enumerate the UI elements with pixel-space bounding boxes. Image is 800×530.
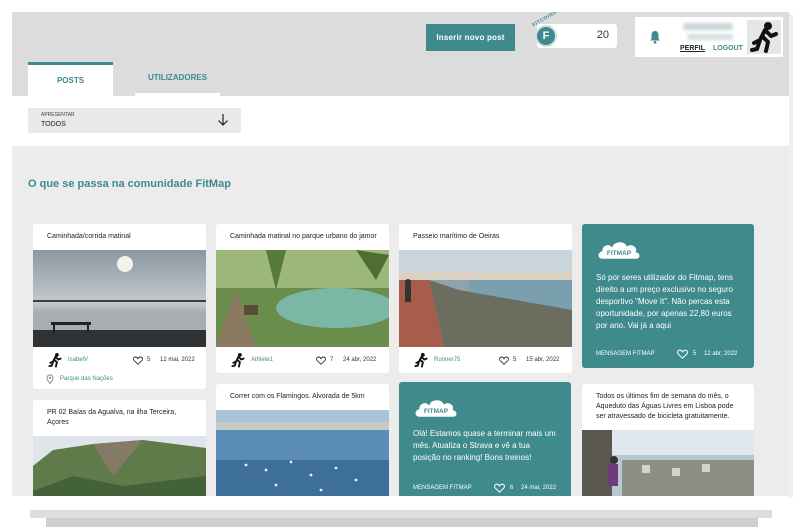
fitmap-logo-text: FITMAP xyxy=(607,250,632,257)
post-photo xyxy=(216,410,389,496)
heart-icon[interactable] xyxy=(499,356,509,365)
footer-strip xyxy=(30,510,772,518)
message-text: Só por seres utilizador do Fitmap, tens … xyxy=(596,273,733,330)
post-user[interactable]: Runner75 xyxy=(434,357,460,363)
message-text: Olá! Estamos quase a terminar mais um mê… xyxy=(413,429,556,462)
message-label: MENSAGEM FITMAP xyxy=(596,351,655,357)
footer-strip xyxy=(46,518,758,527)
post-title: Caminhada/corrida matinal xyxy=(47,233,131,240)
new-post-button[interactable]: Inserir novo post xyxy=(426,24,515,51)
post-user[interactable]: Athlete1 xyxy=(251,357,273,363)
arrow-down-icon xyxy=(218,114,228,126)
post-photo xyxy=(216,250,389,347)
post-card[interactable]: Passeio marítimo de Oeiras Runner75 5 15… xyxy=(399,224,572,373)
heart-icon[interactable] xyxy=(133,356,143,365)
window-shadow xyxy=(789,14,793,498)
post-photo xyxy=(33,436,206,496)
fitcoin-icon: F xyxy=(535,25,557,47)
post-photo xyxy=(582,430,754,496)
fitmap-message-card[interactable]: FITMAP Só por seres utilizador do Fitmap… xyxy=(582,224,754,368)
fitcoins-counter: FITCOINS F 20 xyxy=(531,12,617,48)
post-card[interactable]: Todos os últimos fim de semana do mês, o… xyxy=(582,384,754,496)
filter-value: TODOS xyxy=(41,121,66,128)
post-card[interactable]: Caminhada/corrida matinal IsabelV 5 12 m… xyxy=(33,224,206,389)
post-date: 15 abr, 2022 xyxy=(526,357,560,363)
post-card[interactable]: PR 02 Baías da Agualva, na ilha Terceira… xyxy=(33,400,206,496)
location-pin-icon xyxy=(46,374,54,384)
post-card[interactable]: Correr com os Flamingos. Alvorada de 5km xyxy=(216,384,389,496)
post-title: Todos os últimos fim de semana do mês, o… xyxy=(596,393,734,420)
message-label: MENSAGEM FITMAP xyxy=(413,485,472,491)
runner-icon xyxy=(414,352,428,368)
logout-link[interactable]: LOGOUT xyxy=(713,45,743,52)
user-name-blurred xyxy=(683,23,733,30)
bell-icon[interactable] xyxy=(649,30,661,44)
tab-posts[interactable]: POSTS xyxy=(28,62,113,96)
avatar[interactable] xyxy=(747,20,781,54)
heart-icon[interactable] xyxy=(316,356,326,365)
app-window: Inserir novo post FITCOINS F 20 PERFIL L… xyxy=(12,12,789,496)
profile-link[interactable]: PERFIL xyxy=(680,45,705,52)
post-likes: 5 xyxy=(513,357,517,363)
fitmap-logo: FITMAP xyxy=(597,241,641,260)
post-title: Caminhada matinal no parque urbano do ja… xyxy=(230,233,377,240)
tab-users[interactable]: UTILIZADORES xyxy=(135,62,220,96)
post-likes: 7 xyxy=(330,357,334,363)
message-date: 24 mar, 2022 xyxy=(521,485,557,491)
post-meta: IsabelV 5 12 mai, 2022 xyxy=(33,349,206,373)
post-card[interactable]: Caminhada matinal no parque urbano do ja… xyxy=(216,224,389,373)
heart-icon[interactable] xyxy=(494,483,505,493)
post-title: PR 02 Baías da Agualva, na ilha Terceira… xyxy=(47,409,177,426)
filter-select[interactable]: APRESENTAR TODOS xyxy=(28,108,241,133)
fitcoins-value: 20 xyxy=(596,29,609,41)
fitmap-logo: FITMAP xyxy=(414,399,458,418)
post-date: 12 mai, 2022 xyxy=(160,357,195,363)
user-subtitle-blurred xyxy=(687,34,733,40)
user-panel: PERFIL LOGOUT xyxy=(635,17,783,57)
post-title: Passeio marítimo de Oeiras xyxy=(413,233,500,240)
message-likes: 6 xyxy=(510,485,514,491)
message-date: 12 abr, 2022 xyxy=(704,351,738,357)
runner-icon xyxy=(231,352,245,368)
heart-icon[interactable] xyxy=(677,349,688,359)
post-date: 24 abr, 2022 xyxy=(343,357,377,363)
message-likes: 5 xyxy=(693,351,697,357)
fitmap-message-card[interactable]: FITMAP Olá! Estamos quase a terminar mai… xyxy=(399,382,571,496)
filter-area: APRESENTAR TODOS xyxy=(12,96,789,146)
fitmap-logo-text: FITMAP xyxy=(424,408,449,415)
filter-label: APRESENTAR xyxy=(41,112,75,118)
runner-icon xyxy=(48,352,62,368)
post-photo xyxy=(33,250,206,347)
post-user[interactable]: IsabelV xyxy=(68,357,88,363)
runner-icon xyxy=(750,22,778,53)
post-meta: Runner75 5 15 abr, 2022 xyxy=(399,349,572,373)
post-photo xyxy=(399,250,572,347)
post-title: Correr com os Flamingos. Alvorada de 5km xyxy=(230,393,365,400)
post-meta: Athlete1 7 24 abr, 2022 xyxy=(216,349,389,373)
post-likes: 5 xyxy=(147,357,151,363)
section-title: O que se passa na comunidade FitMap xyxy=(28,178,231,190)
feed: O que se passa na comunidade FitMap Cami… xyxy=(12,146,789,496)
post-location[interactable]: Parque das Nações xyxy=(60,376,113,382)
message-meta: MENSAGEM FITMAP 5 12 abr, 2022 xyxy=(582,348,754,362)
message-meta: MENSAGEM FITMAP 6 24 mar, 2022 xyxy=(399,482,571,496)
top-bar: Inserir novo post FITCOINS F 20 PERFIL L… xyxy=(12,12,789,96)
